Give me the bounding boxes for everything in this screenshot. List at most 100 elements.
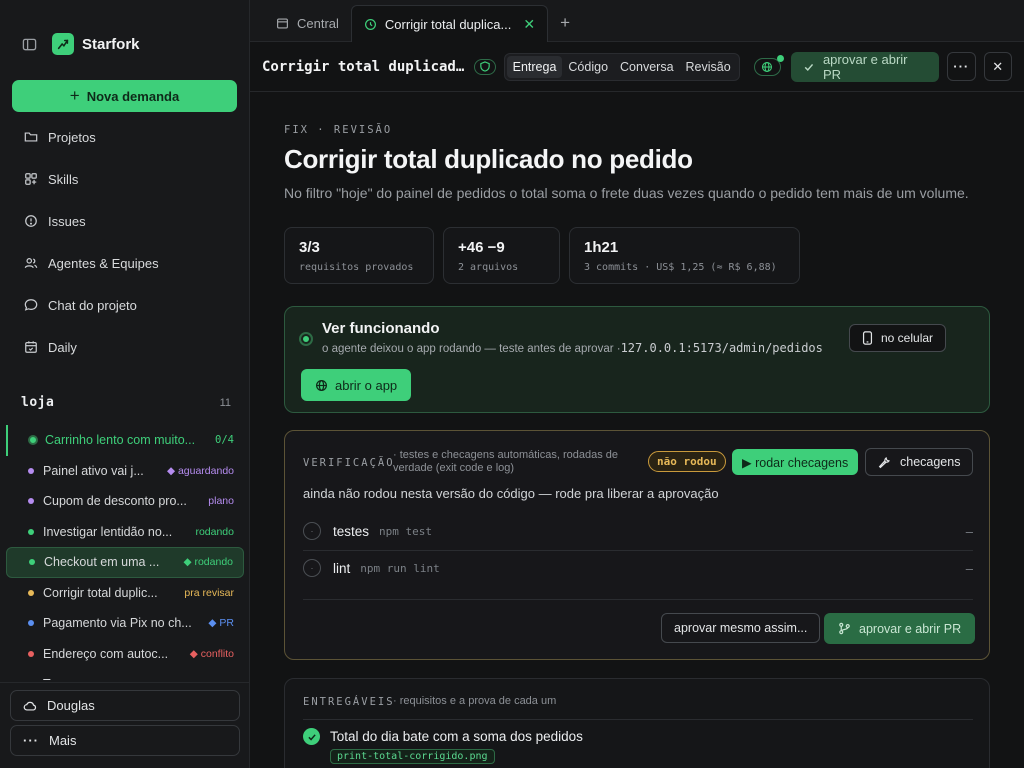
stat-value: +46 −9 [458,239,505,256]
app-url[interactable]: 127.0.0.1:5173/admin/pedidos [621,341,823,355]
more-button[interactable]: ··· Mais [10,725,240,756]
task-status: ◆ PR [208,617,234,630]
user-button[interactable]: Douglas [10,690,240,721]
more-dots-icon: ··· [953,59,970,74]
status-badge: não rodou [648,451,726,472]
open-app-button[interactable]: abrir o app [301,369,412,401]
new-demand-button[interactable]: + Nova demanda [12,80,237,112]
sidebar-item-label: Agentes & Equipes [48,255,159,271]
mobile-preview-button[interactable]: no celular [849,324,947,352]
sidebar: Starfork + Nova demanda Projetos Skills … [0,0,250,768]
checks-config-button[interactable]: checagens [865,448,974,476]
more-options-button[interactable]: ··· [947,52,976,81]
task-label: Checkout em uma ... [44,555,160,570]
stat-time: 1h21 3 commits · US$ 1,25 (≈ R$ 6,88) [569,227,800,284]
task-status-dot [29,559,35,566]
check-name: lint [333,560,351,576]
page-title: Corrigir total duplicado no pedido [284,144,693,174]
task-item[interactable]: Pagamento via Pix no ch... ◆ PR [6,608,244,639]
sidebar-item-projetos[interactable]: Projetos [0,116,249,158]
sidebar-item-skills[interactable]: Skills [0,158,249,200]
segment-conversa[interactable]: Conversa [614,56,680,78]
stat-caption: 2 arquivos [458,262,519,273]
brand-logo-icon [52,33,74,55]
task-label: Pagamento via Pix no ch... [43,616,192,631]
pending-check-icon: · [303,522,321,540]
view-switcher: Entrega Código Conversa Revisão [503,52,740,81]
sidebar-item-chat[interactable]: Chat do projeto [0,284,249,326]
task-status-dot [28,589,34,596]
issue-icon [25,215,37,227]
deliverable-item[interactable]: Total do dia bate com a soma dos pedidos [303,728,583,745]
approve-pr-button[interactable]: aprovar e abrir PR [824,613,976,644]
tab-current-task[interactable]: Corrigir total duplica... ✕ [350,5,549,42]
mobile-label: no celular [881,331,934,345]
sidebar-footer: Douglas ··· Mais [0,682,249,768]
user-name: Douglas [47,698,95,713]
sidebar-header: Starfork [0,0,249,88]
add-tab-button[interactable]: + [548,5,582,41]
task-status: rodando [195,525,234,538]
sidebar-item-daily[interactable]: Daily [0,326,249,368]
check-result: – [965,523,973,539]
task-item[interactable]: Endereço com autoc... ◆ conflito [6,639,244,670]
cloud-icon [23,701,37,711]
task-title: Corrigir total duplicado... [262,58,468,75]
open-app-label: abrir o app [335,377,398,393]
check-command: npm run lint [360,561,440,575]
stat-diff: +46 −9 2 arquivos [443,227,560,284]
task-status-dot [28,650,34,657]
run-checks-button[interactable]: ▶ rodar checagens [732,449,859,475]
live-preview-hint: o agente deixou o app rodando — teste an… [322,343,621,355]
task-status: 0/4 [215,434,234,447]
deliverables-card: ENTREGÁVEIS · requisitos e a prova de ca… [284,678,990,768]
task-label: Cupom de desconto pro... [43,494,187,509]
preview-globe-button[interactable] [753,54,785,76]
project-header[interactable]: loja 11 [21,395,231,410]
check-name: testes [333,523,370,539]
close-tab-icon[interactable]: ✕ [523,16,535,33]
chat-icon [24,299,38,311]
approve-open-pr-button[interactable]: aprovar e abrir PR [791,51,940,82]
globe-icon [316,379,327,391]
task-item[interactable]: Checkout em uma ... ◆ rodando [6,547,244,578]
task-label: T... [43,677,228,680]
close-icon: ✕ [992,58,1004,74]
tab-label: Central [297,15,339,31]
stat-value: 1h21 [584,239,619,256]
task-item[interactable]: Corrigir total duplic... pra revisar [6,578,244,609]
task-toolbar: Corrigir total duplicado... Entrega Códi… [250,42,1024,92]
sidebar-item-issues[interactable]: Issues [0,200,249,242]
tab-central[interactable]: Central [264,5,351,41]
task-item[interactable]: Investigar lentidão no... rodando [6,517,244,548]
stats-row: 3/3 requisitos provados +46 −9 2 arquivo… [284,227,990,284]
sidebar-item-agentes[interactable]: Agentes & Equipes [0,242,249,284]
page-subtitle: No filtro "hoje" do painel de pedidos o … [284,185,969,201]
segment-entrega[interactable]: Entrega [506,55,563,78]
segment-revisao[interactable]: Revisão [680,56,737,78]
verification-kicker: VERIFICAÇÃO [303,457,395,469]
check-command: npm test [379,524,433,538]
task-item[interactable]: T... [6,669,244,680]
task-status: plano [208,495,234,508]
sidebar-nav: Projetos Skills Issues Agentes & Equipes… [0,116,249,368]
task-status: ◆ rodando [183,556,233,569]
task-item[interactable]: Cupom de desconto pro... plano [6,486,244,517]
approve-anyway-button[interactable]: aprovar mesmo assim... [661,613,821,643]
globe-icon [762,61,773,72]
check-row-lint: · lint npm run lint – [303,550,973,586]
sidebar-toggle-icon[interactable] [20,35,38,53]
segment-codigo[interactable]: Código [562,56,614,78]
task-status-dot [28,498,34,505]
calendar-icon [25,341,37,353]
task-item[interactable]: Painel ativo vai j... ◆ aguardando [6,456,244,487]
close-button[interactable]: ✕ [983,52,1012,81]
task-label: Carrinho lento com muito... [45,433,196,448]
task-status-dot [28,435,38,446]
window-icon [277,17,288,29]
task-item[interactable]: Carrinho lento com muito... 0/4 [6,425,244,456]
proof-file-link[interactable]: print-total-corrigido.png [330,749,495,764]
stat-caption: requisitos provados [299,262,414,273]
sidebar-item-label: Issues [48,213,86,229]
checks-label: checagens [900,455,961,469]
